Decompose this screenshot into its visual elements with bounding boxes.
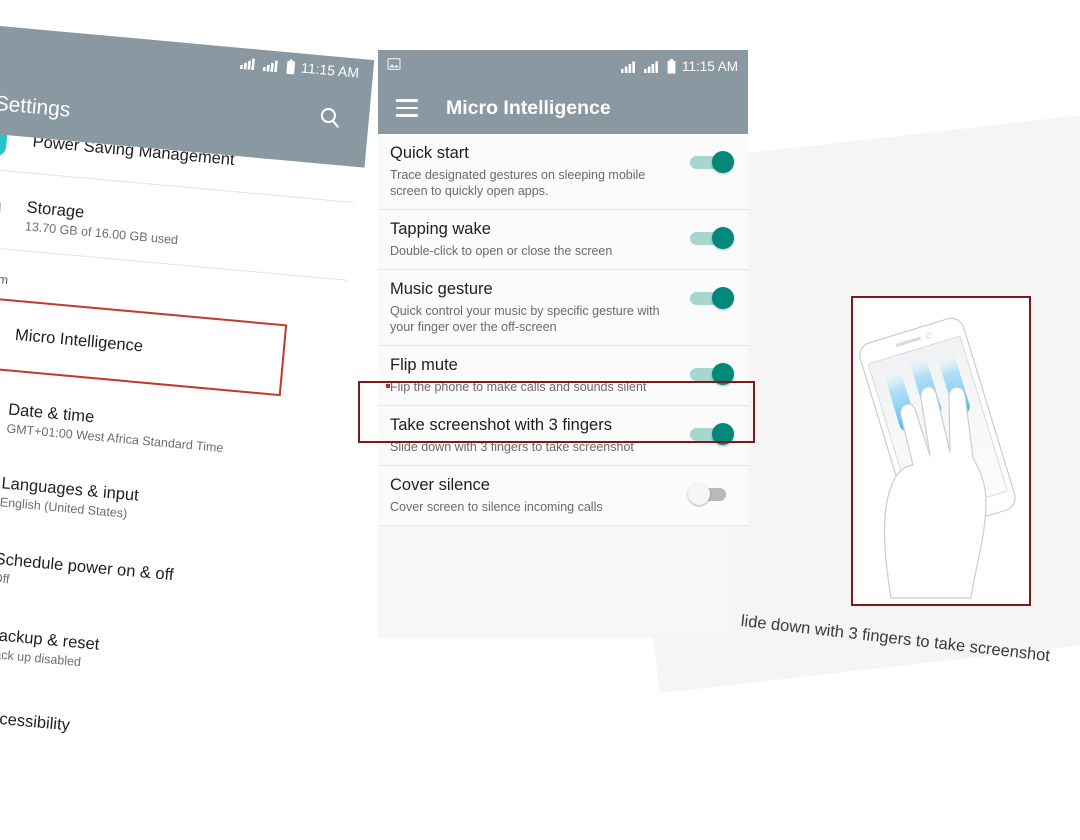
battery-icon [286, 58, 296, 74]
list-item-quick-start[interactable]: Quick start Trace designated gestures on… [378, 134, 748, 210]
three-finger-swipe-illustration [851, 296, 1031, 606]
list-item-music-gesture[interactable]: Music gesture Quick control your music b… [378, 270, 748, 346]
hamburger-menu-icon[interactable] [396, 99, 418, 117]
list-item-subtitle: Quick control your music by specific ges… [390, 304, 660, 334]
signal-bars-icon [620, 61, 635, 73]
settings-row-date-time[interactable]: Date & time GMT+01:00 West Africa Standa… [0, 393, 330, 466]
list-item-title: Tapping wake [390, 220, 491, 238]
hand-three-fingers-icon [859, 317, 1016, 599]
settings-row-schedule-power[interactable]: Schedule power on & off Off [0, 542, 316, 615]
micro-appbar-title: Micro Intelligence [446, 96, 611, 119]
statusbar-time: 11:15 AM [300, 59, 360, 81]
list-item-subtitle: Slide down with 3 fingers to take screen… [390, 440, 634, 454]
micro-appbar: Micro Intelligence [378, 82, 748, 134]
list-item-flip-mute[interactable]: Flip mute Flip the phone to make calls a… [378, 346, 748, 406]
micro-settings-list: Quick start Trace designated gestures on… [378, 134, 748, 526]
toggle-music-gesture[interactable] [688, 287, 734, 309]
battery-icon [667, 58, 676, 74]
storage-icon [0, 193, 2, 231]
list-item-subtitle: Trace designated gestures on sleeping mo… [390, 168, 646, 198]
list-item-subtitle: Cover screen to silence incoming calls [390, 500, 603, 514]
settings-row-title: Accessibility [0, 708, 71, 735]
signal-bars-icon [262, 60, 278, 72]
signal-bars-icon [239, 57, 255, 70]
image-notification-icon [386, 56, 402, 77]
settings-statusbar: 11:15 AM [239, 54, 360, 81]
list-item-title: Take screenshot with 3 fingers [390, 416, 612, 434]
statusbar-time: 11:15 AM [681, 58, 738, 74]
list-item-title: Flip mute [390, 356, 458, 374]
list-item-tapping-wake[interactable]: Tapping wake Double-click to open or clo… [378, 210, 748, 270]
settings-row-accessibility[interactable]: Accessibility [0, 693, 303, 763]
settings-row-backup-reset[interactable]: Backup & reset Back up disabled [0, 618, 309, 691]
search-icon[interactable] [316, 103, 344, 131]
list-item-title: Quick start [390, 144, 469, 162]
settings-section-label-system: System [0, 269, 9, 287]
list-item-cover-silence[interactable]: Cover silence Cover screen to silence in… [378, 466, 748, 526]
toggle-quick-start[interactable] [688, 151, 734, 173]
toggle-cover-silence[interactable] [688, 483, 734, 505]
settings-row-title: Micro Intelligence [14, 325, 144, 356]
list-item-title: Music gesture [390, 280, 493, 298]
list-item-title: Cover silence [390, 476, 490, 494]
toggle-tapping-wake[interactable] [688, 227, 734, 249]
list-item-subtitle: Double-click to open or close the screen [390, 244, 613, 258]
page-title: Settings [0, 91, 72, 122]
micro-statusbar-right: 11:15 AM [620, 58, 738, 74]
toggle-flip-mute[interactable] [688, 363, 734, 385]
micro-intelligence-panel: 11:15 AM Micro Intelligence Quick start … [378, 50, 748, 526]
micro-statusbar: 11:15 AM [378, 50, 748, 82]
highlight-marker-dot [386, 384, 390, 388]
signal-bars-icon [643, 61, 658, 73]
list-item-subtitle: Flip the phone to make calls and sounds … [390, 380, 647, 394]
toggle-take-screenshot-3-fingers[interactable] [688, 423, 734, 445]
screenshot-canvas: Power Saving Management Storage 13.70 GB… [0, 0, 1080, 840]
list-item-take-screenshot-3-fingers[interactable]: Take screenshot with 3 fingers Slide dow… [378, 406, 748, 466]
settings-row-languages-input[interactable]: A Languages & input English (United Stat… [0, 466, 323, 539]
